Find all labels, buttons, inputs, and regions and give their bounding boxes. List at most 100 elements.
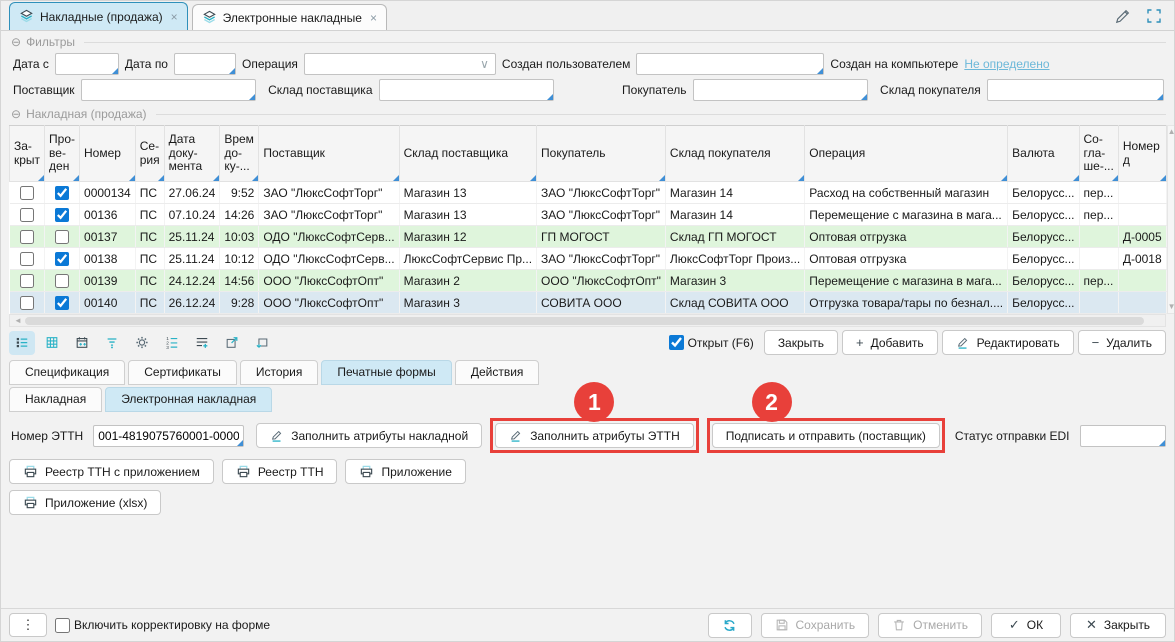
date-from-input[interactable]	[56, 54, 118, 74]
appendix-xlsx-button[interactable]: Приложение (xlsx)	[9, 490, 161, 515]
delete-button[interactable]: − Удалить	[1078, 330, 1166, 355]
tab-label: Сертификаты	[144, 365, 221, 379]
edit-pencil-icon[interactable]	[1112, 6, 1132, 26]
supplier-input[interactable]	[82, 80, 256, 100]
tab-print-forms[interactable]: Печатные формы	[321, 360, 451, 385]
scroll-left-icon[interactable]: ◄	[11, 316, 25, 325]
supplier-warehouse-input[interactable]	[380, 80, 554, 100]
correction-checkbox[interactable]	[55, 618, 70, 633]
column-header[interactable]: Валюта	[1008, 126, 1079, 182]
tab-certificates[interactable]: Сертификаты	[128, 360, 237, 385]
menu-dots-button[interactable]: ⋮	[9, 613, 47, 637]
sort-corner-icon	[38, 175, 44, 181]
approved-checkbox[interactable]	[55, 208, 69, 222]
table-row[interactable]: 00136ПС07.10.2414:26ЗАО "ЛюксСофтТорг"Ма…	[10, 204, 1167, 226]
collapse-icon[interactable]: ⊖	[11, 107, 21, 121]
add-button[interactable]: + Добавить	[842, 330, 938, 355]
column-header[interactable]: Склад покупателя	[665, 126, 804, 182]
cell-operation: Перемещение с магазина в мага...	[805, 270, 1008, 292]
correction-checkbox-label: Включить корректировку на форме	[74, 618, 270, 632]
approved-checkbox[interactable]	[55, 252, 69, 266]
column-header[interactable]: За- крыт	[10, 126, 45, 182]
cell-operation: Отгрузка товара/тары по безнал....	[805, 292, 1008, 314]
date-to-input[interactable]	[175, 54, 235, 74]
ok-button[interactable]: ✓ ОК	[991, 613, 1061, 638]
edi-status-input[interactable]	[1081, 426, 1165, 446]
grid-view-icon[interactable]	[39, 331, 65, 355]
operation-select[interactable]: ∨	[304, 53, 496, 75]
filter-icon[interactable]	[99, 331, 125, 355]
closed-checkbox[interactable]	[20, 296, 34, 310]
refresh-button[interactable]	[708, 613, 752, 638]
tab-actions[interactable]: Действия	[455, 360, 540, 385]
collapse-icon[interactable]: ⊖	[11, 35, 21, 49]
window-tab-invoices-sale[interactable]: Накладные (продажа) ×	[9, 2, 188, 30]
tab-history[interactable]: История	[240, 360, 319, 385]
fill-invoice-attributes-button[interactable]: Заполнить атрибуты накладной	[256, 423, 482, 448]
registry-ttn-with-appendix-button[interactable]: Реестр ТТН с приложением	[9, 459, 214, 484]
table-row[interactable]: 00139ПС24.12.2414:56ООО "ЛюксСофтОпт"Маг…	[10, 270, 1167, 292]
approved-checkbox[interactable]	[55, 296, 69, 310]
closed-checkbox[interactable]	[20, 208, 34, 222]
ettn-number-input[interactable]	[94, 426, 243, 446]
table-row[interactable]: 00140ПС26.12.249:28ООО "ЛюксСофтОпт"Мага…	[10, 292, 1167, 314]
created-on-computer-link[interactable]: Не определено	[964, 57, 1049, 71]
open-checkbox[interactable]	[669, 335, 684, 350]
vertical-scrollbar[interactable]: ▲ ▼	[1167, 125, 1175, 314]
subtab-electronic-invoice[interactable]: Электронная накладная	[105, 387, 272, 412]
close-window-button[interactable]: ✕ Закрыть	[1070, 613, 1166, 638]
approved-checkbox[interactable]	[55, 274, 69, 288]
column-header[interactable]: Дата доку- мента	[164, 126, 220, 182]
footer-bar: ⋮ Включить корректировку на форме Сохран…	[1, 608, 1174, 641]
subtab-invoice[interactable]: Накладная	[9, 387, 102, 412]
open-external-icon[interactable]	[219, 331, 245, 355]
settings-gear-icon[interactable]	[129, 331, 155, 355]
save-button[interactable]: Сохранить	[761, 613, 870, 638]
scroll-up-icon[interactable]: ▲	[1168, 128, 1175, 136]
add-list-icon[interactable]	[189, 331, 215, 355]
scroll-down-icon[interactable]: ▼	[1168, 303, 1175, 311]
buyer-warehouse-input[interactable]	[988, 80, 1163, 100]
registry-ttn-button[interactable]: Реестр ТТН	[222, 459, 338, 484]
column-header[interactable]: Про- ве- ден	[45, 126, 80, 182]
close-icon[interactable]: ×	[171, 10, 178, 24]
fill-ettn-attributes-button[interactable]: Заполнить атрибуты ЭТТН	[495, 423, 694, 448]
approved-checkbox[interactable]	[55, 230, 69, 244]
cancel-button[interactable]: Отменить	[878, 613, 982, 638]
column-header[interactable]: Склад поставщика	[399, 126, 536, 182]
approved-checkbox[interactable]	[55, 186, 69, 200]
edit-button[interactable]: Редактировать	[942, 330, 1074, 355]
column-header[interactable]: Номер д	[1118, 126, 1166, 182]
column-header[interactable]: Врем до- ку-...	[220, 126, 259, 182]
cell-date: 27.06.24	[164, 182, 220, 204]
sign-and-send-button[interactable]: Подписать и отправить (поставщик)	[712, 423, 940, 448]
column-header[interactable]: Се- рия	[135, 126, 164, 182]
column-header[interactable]: Номер	[80, 126, 136, 182]
column-header[interactable]: Со- гла- ше-...	[1079, 126, 1118, 182]
table-row[interactable]: 0000134ПС27.06.249:52ЗАО "ЛюксСофтТорг"М…	[10, 182, 1167, 204]
column-header[interactable]: Операция	[805, 126, 1008, 182]
close-icon[interactable]: ×	[370, 11, 377, 25]
tab-specification[interactable]: Спецификация	[9, 360, 125, 385]
scrollbar-thumb[interactable]	[25, 317, 1144, 325]
buyer-input[interactable]	[694, 80, 868, 100]
table-row[interactable]: 00137ПС25.11.2410:03ОДО "ЛюксСофтСерв...…	[10, 226, 1167, 248]
column-header[interactable]: Поставщик	[259, 126, 399, 182]
appendix-xlsx-label: Приложение (xlsx)	[45, 496, 147, 510]
numbered-list-icon[interactable]: 123	[159, 331, 185, 355]
calendar-icon[interactable]	[69, 331, 95, 355]
reload-icon[interactable]	[249, 331, 275, 355]
closed-checkbox[interactable]	[20, 230, 34, 244]
close-record-button[interactable]: Закрыть	[764, 330, 838, 355]
list-view-icon[interactable]	[9, 331, 35, 355]
closed-checkbox[interactable]	[20, 274, 34, 288]
closed-checkbox[interactable]	[20, 186, 34, 200]
appendix-button[interactable]: Приложение	[345, 459, 465, 484]
closed-checkbox[interactable]	[20, 252, 34, 266]
fullscreen-icon[interactable]	[1144, 6, 1164, 26]
window-tab-electronic-invoices[interactable]: Электронные накладные ×	[192, 4, 387, 30]
horizontal-scrollbar[interactable]: ◄	[9, 314, 1166, 327]
table-row[interactable]: 00138ПС25.11.2410:12ОДО "ЛюксСофтСерв...…	[10, 248, 1167, 270]
column-header[interactable]: Покупатель	[537, 126, 666, 182]
created-by-input[interactable]	[637, 54, 823, 74]
